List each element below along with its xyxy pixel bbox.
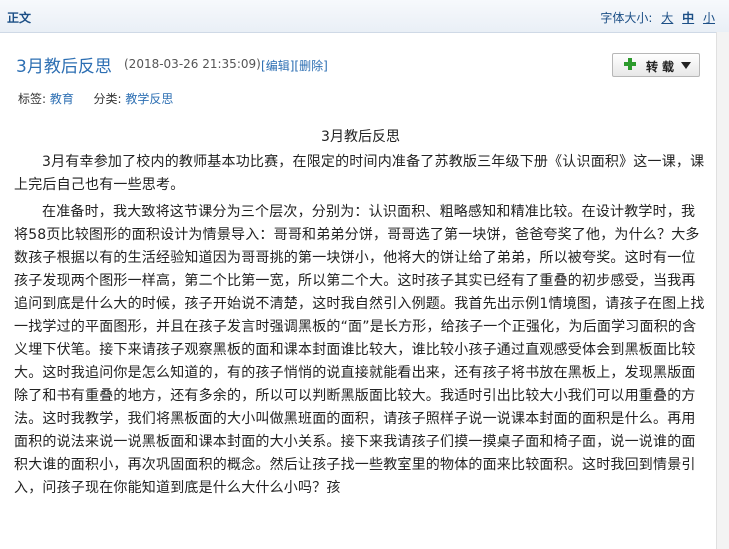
- section-label: 正文: [7, 11, 32, 25]
- tag-link[interactable]: 教育: [50, 92, 74, 106]
- edit-link[interactable]: 编辑: [266, 59, 290, 73]
- post-date: (2018-03-26 21:35:09): [124, 57, 261, 71]
- repost-label: 转载: [646, 60, 679, 74]
- bracket-separator: ][: [289, 59, 300, 73]
- edit-links: [编辑][删除]: [261, 57, 328, 74]
- post-title-row: 3月教后反思 (2018-03-26 21:35:09) [编辑][删除]: [16, 52, 716, 77]
- font-size-medium-link[interactable]: 中: [682, 11, 694, 25]
- font-size-large-link[interactable]: 大: [661, 11, 673, 25]
- font-size-switcher: 字体大小: 大 中 小: [600, 9, 715, 26]
- content-header-bar: 正文 字体大小: 大 中 小: [0, 0, 729, 33]
- repost-button[interactable]: 转载: [612, 53, 700, 77]
- triangle-down-icon: [681, 62, 691, 69]
- article-title: 3月教后反思: [321, 129, 400, 145]
- tags-label: 标签:: [18, 92, 47, 106]
- plus-icon: [623, 57, 637, 71]
- post-meta: 标签: 教育 分类: 教学反思: [18, 90, 173, 107]
- article-body: 3月教后反思 3月有幸参加了校内的教师基本功比赛，在限定的时间内准备了苏教版三年…: [14, 126, 707, 504]
- category-label: 分类:: [93, 92, 122, 106]
- vertical-scrollbar[interactable]: [716, 32, 729, 549]
- bracket-close: ]: [323, 59, 328, 73]
- article-paragraph: 3月有幸参加了校内的教师基本功比赛，在限定的时间内准备了苏教版三年级下册《认识面…: [14, 154, 705, 193]
- font-size-label: 字体大小:: [600, 11, 653, 25]
- post-title: 3月教后反思: [16, 57, 112, 77]
- category-link[interactable]: 教学反思: [125, 92, 173, 106]
- delete-link[interactable]: 删除: [299, 59, 323, 73]
- article-paragraph: 在准备时，我大致将这节课分为三个层次，分别为：认识面积、粗略感知和精准比较。在设…: [14, 204, 705, 496]
- font-size-small-link[interactable]: 小: [703, 11, 715, 25]
